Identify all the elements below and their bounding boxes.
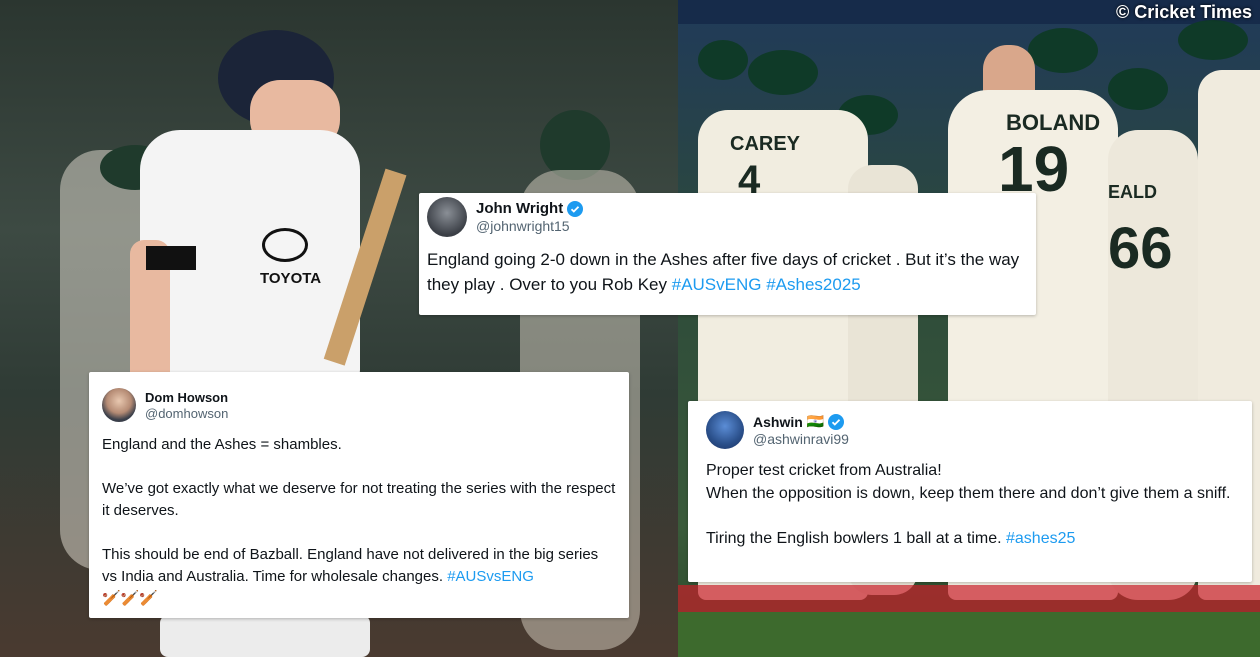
tweet-paragraph: When the opposition is down, keep them t… — [706, 485, 1231, 502]
tweet-text: England going 2-0 down in the Ashes afte… — [427, 250, 1020, 294]
jersey-name-carey: CAREY — [730, 133, 801, 155]
hashtag-link[interactable]: #ashes25 — [1006, 530, 1075, 547]
sponsor-text: TOYOTA — [260, 270, 322, 287]
cricket-bat-emoji: 🏏🏏🏏 — [102, 590, 159, 607]
hashtag-links[interactable]: #AUSvENG #Ashes2025 — [672, 275, 861, 294]
tweet-paragraph: We’ve got exactly what we deserve for no… — [102, 480, 616, 519]
avatar[interactable] — [102, 388, 136, 422]
tweet-text: Proper test cricket from Australia! When… — [706, 459, 1234, 550]
tweet-card-dom-howson[interactable]: Dom Howson @domhowson England and the As… — [89, 372, 629, 618]
tweet-paragraph: Tiring the English bowlers 1 ball at a t… — [706, 530, 1006, 547]
watermark: © Cricket Times — [1116, 2, 1252, 22]
jersey-number-66: 66 — [1108, 216, 1173, 281]
tweet-paragraph: England and the Ashes = shambles. — [102, 436, 342, 453]
jersey-name-partial: EALD — [1108, 182, 1157, 202]
tweet-paragraph: Proper test cricket from Australia! — [706, 462, 942, 479]
author-handle[interactable]: @domhowson — [145, 406, 228, 421]
author-handle[interactable]: @ashwinravi99 — [753, 431, 849, 447]
author-name[interactable]: Ashwin — [753, 414, 803, 430]
avatar[interactable] — [427, 197, 467, 237]
author-name[interactable]: John Wright — [476, 200, 563, 217]
tweet-text: England and the Ashes = shambles. We’ve … — [102, 434, 616, 610]
author-handle[interactable]: @johnwright15 — [476, 218, 583, 234]
hashtag-link[interactable]: #AUSvsENG — [447, 568, 534, 585]
avatar[interactable] — [706, 411, 744, 449]
verified-badge-icon — [567, 200, 584, 217]
tweet-card-john-wright[interactable]: John Wright @johnwright15 England going … — [419, 193, 1036, 315]
verified-badge-icon — [828, 413, 845, 430]
tweet-card-ashwin[interactable]: Ashwin 🇮🇳 @ashwinravi99 Proper test crick… — [688, 401, 1252, 582]
india-flag-icon: 🇮🇳 — [806, 413, 825, 429]
author-name[interactable]: Dom Howson — [145, 390, 228, 405]
